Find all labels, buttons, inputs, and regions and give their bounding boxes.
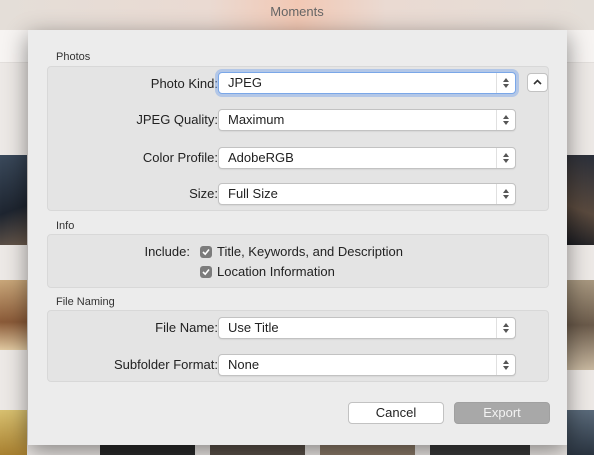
subfolder-format-value: None — [228, 357, 260, 372]
photo-thumbnail[interactable] — [567, 410, 594, 455]
disclosure-button[interactable] — [527, 73, 548, 92]
photo-thumbnail[interactable] — [0, 155, 27, 245]
chevron-up-icon — [533, 79, 542, 85]
checkbox-label: Title, Keywords, and Description — [217, 244, 403, 259]
checkbox-checked[interactable] — [200, 266, 212, 278]
photo-thumbnail[interactable] — [210, 445, 305, 455]
info-section-header: Info — [56, 220, 75, 232]
subfolder-format-popup[interactable]: None — [218, 354, 516, 376]
color-profile-label: Color Profile: — [142, 150, 218, 165]
jpeg-quality-label: JPEG Quality: — [136, 112, 218, 127]
export-dialog: Photos Photo Kind: JPEG JPEG Quality: Ma… — [28, 30, 567, 445]
window-titlebar: Moments — [0, 0, 594, 30]
color-profile-value: AdobeRGB — [228, 150, 294, 165]
size-popup[interactable]: Full Size — [218, 183, 516, 205]
color-profile-popup[interactable]: AdobeRGB — [218, 147, 516, 169]
popup-arrows-icon — [496, 184, 515, 204]
file-name-popup[interactable]: Use Title — [218, 317, 516, 339]
subfolder-format-label: Subfolder Format: — [113, 357, 218, 372]
file-naming-section-header: File Naming — [56, 296, 115, 308]
photos-section: Photo Kind: JPEG JPEG Quality: Maximum C… — [47, 66, 549, 211]
export-button[interactable]: Export — [454, 402, 550, 424]
photo-kind-value: JPEG — [228, 75, 262, 90]
photo-kind-label: Photo Kind: — [150, 76, 218, 91]
file-naming-section: File Name: Use Title Subfolder Format: N… — [47, 310, 549, 382]
jpeg-quality-popup[interactable]: Maximum — [218, 109, 516, 131]
size-value: Full Size — [228, 186, 278, 201]
popup-arrows-icon — [496, 148, 515, 168]
photo-thumbnail[interactable] — [567, 155, 594, 245]
photo-thumbnail[interactable] — [0, 280, 27, 350]
photo-thumbnail[interactable] — [430, 445, 530, 455]
file-name-value: Use Title — [228, 320, 279, 335]
window-title: Moments — [270, 4, 324, 19]
photo-kind-popup[interactable]: JPEG — [218, 72, 516, 94]
jpeg-quality-value: Maximum — [228, 112, 285, 127]
include-label: Include: — [144, 244, 190, 259]
photo-thumbnail[interactable] — [100, 445, 195, 455]
photos-section-header: Photos — [56, 51, 91, 63]
checkmark-icon — [202, 268, 210, 276]
popup-arrows-icon — [496, 73, 515, 93]
popup-arrows-icon — [496, 110, 515, 130]
checkmark-icon — [202, 248, 210, 256]
photo-thumbnail[interactable] — [320, 445, 415, 455]
popup-arrows-icon — [496, 355, 515, 375]
popup-arrows-icon — [496, 318, 515, 338]
cancel-button[interactable]: Cancel — [348, 402, 444, 424]
file-name-label: File Name: — [155, 320, 218, 335]
size-label: Size: — [189, 186, 218, 201]
photo-thumbnail[interactable] — [0, 410, 27, 455]
photo-thumbnail[interactable] — [567, 280, 594, 370]
checkbox-label: Location Information — [217, 264, 335, 279]
info-section: Include: Title, Keywords, and Descriptio… — [47, 234, 549, 288]
checkbox-checked[interactable] — [200, 246, 212, 258]
